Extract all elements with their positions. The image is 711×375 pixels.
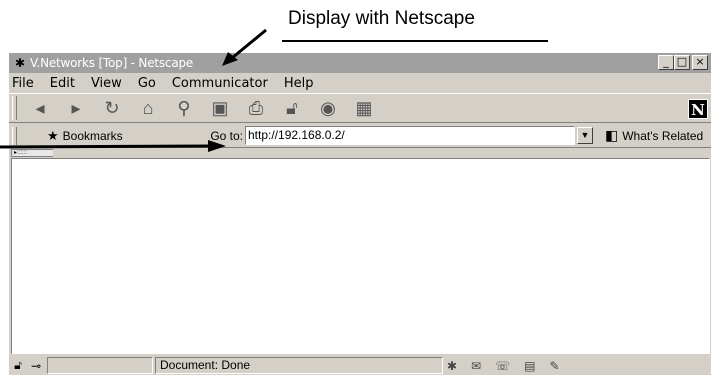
location-grip[interactable] xyxy=(12,126,17,145)
security-lock-icon[interactable]: 🔓︎ xyxy=(9,358,27,373)
bookmarks-button[interactable]: ★ Bookmarks xyxy=(47,128,207,144)
bookmark-icon: ★ xyxy=(47,127,59,143)
reload-icon[interactable]: ↻ xyxy=(99,96,125,120)
menu-go[interactable]: Go xyxy=(138,76,156,91)
whats-related-label: What's Related xyxy=(622,128,704,143)
menu-help[interactable]: Help xyxy=(284,76,314,91)
discussion-icon[interactable]: ☏ xyxy=(495,359,510,373)
menu-edit[interactable]: Edit xyxy=(50,76,75,91)
menu-view[interactable]: View xyxy=(91,76,122,91)
window-title: V.Networks [Top] - Netscape xyxy=(30,56,194,70)
page-content[interactable] xyxy=(11,158,710,354)
collapsed-toolbar-handle[interactable]: ▸:::::: xyxy=(11,149,53,157)
mail-icon[interactable]: ✉ xyxy=(471,359,481,373)
status-text: Document: Done xyxy=(155,357,443,374)
progress-bar xyxy=(47,357,153,374)
print-icon[interactable]: ⎙ xyxy=(243,96,269,120)
bookmarks-label: Bookmarks xyxy=(62,128,123,143)
maximize-button[interactable]: □ xyxy=(674,55,690,70)
status-bar: 🔓︎ ⊸ Document: Done ✱ ✉ ☏ ▤ ✎ xyxy=(9,355,711,375)
edit-icon[interactable]: ✎ xyxy=(549,359,559,373)
navigator-icon[interactable]: ✱ xyxy=(447,359,457,373)
my-netscape-icon[interactable]: ▣ xyxy=(207,96,233,120)
back-icon[interactable]: ◂ xyxy=(27,96,53,120)
menu-bar: File Edit View Go Communicator Help xyxy=(9,73,711,93)
caption-underline xyxy=(282,40,548,42)
navigation-toolbar: ◂ ▸ ↻ ⌂ ⚲ ▣ ⎙ 🔓︎ ◉ ▦ N xyxy=(9,93,711,123)
menu-communicator[interactable]: Communicator xyxy=(172,76,268,91)
component-bar: ✱ ✉ ☏ ▤ ✎ xyxy=(447,359,560,373)
browser-window: ✱ V.Networks [Top] - Netscape _ □ × File… xyxy=(8,52,711,375)
toolbar-grip[interactable] xyxy=(12,96,17,120)
shop-icon[interactable]: ◉ xyxy=(315,96,341,120)
close-button[interactable]: × xyxy=(692,55,708,70)
caption: Display with Netscape xyxy=(288,8,475,29)
goto-label: Go to: xyxy=(210,128,243,143)
netscape-logo-icon[interactable]: N xyxy=(688,99,708,119)
related-icon: ◧ xyxy=(605,127,619,143)
forward-icon[interactable]: ▸ xyxy=(63,96,89,120)
security-icon[interactable]: 🔓︎ xyxy=(279,96,305,120)
url-dropdown-button[interactable]: ▼ xyxy=(577,127,593,144)
url-input[interactable]: http://192.168.0.2/ xyxy=(245,126,575,145)
whats-related-button[interactable]: ◧ What's Related xyxy=(605,127,703,144)
personal-toolbar-tab: ▸:::::: xyxy=(9,149,711,158)
title-bar: ✱ V.Networks [Top] - Netscape _ □ × xyxy=(9,53,711,73)
location-toolbar: ★ Bookmarks Go to: http://192.168.0.2/ ▼… xyxy=(9,124,711,148)
minimize-button[interactable]: _ xyxy=(658,55,674,70)
composer-icon[interactable]: ▤ xyxy=(524,359,535,373)
menu-file[interactable]: File xyxy=(12,76,34,91)
window-controls: _ □ × xyxy=(658,55,708,70)
stop-icon[interactable]: ▦ xyxy=(351,96,377,120)
home-icon[interactable]: ⌂ xyxy=(135,96,161,120)
search-icon[interactable]: ⚲ xyxy=(171,96,197,120)
netscape-app-icon: ✱ xyxy=(14,56,26,70)
connection-icon: ⊸ xyxy=(30,358,42,373)
